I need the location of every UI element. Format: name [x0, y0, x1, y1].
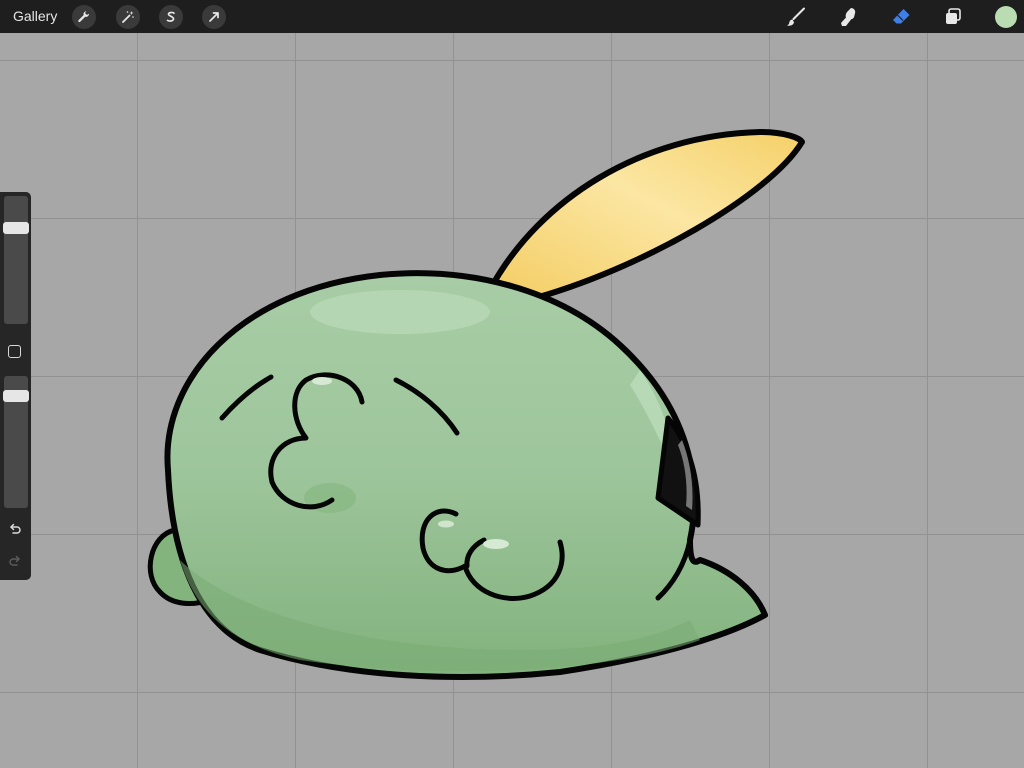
procreate-app: Gallery: [0, 0, 1024, 768]
brush-sidebar: [0, 192, 31, 580]
redo-button[interactable]: [6, 553, 24, 569]
smudge-finger-icon: [837, 6, 859, 28]
brush-tool-button[interactable]: [783, 4, 809, 30]
cheek-shine-right: [483, 539, 509, 549]
brush-size-thumb[interactable]: [3, 222, 29, 234]
gallery-button[interactable]: Gallery: [13, 8, 57, 25]
actions-button[interactable]: [72, 5, 96, 29]
selection-button[interactable]: [159, 5, 183, 29]
cheek-shine-left: [312, 377, 332, 385]
drawing-canvas[interactable]: [0, 33, 1024, 768]
brush-icon: [785, 6, 807, 28]
transform-button[interactable]: [202, 5, 226, 29]
arrow-cursor-icon: [207, 10, 221, 24]
leaf-shape: [489, 129, 805, 303]
adjustments-button[interactable]: [116, 5, 140, 29]
undo-button[interactable]: [6, 521, 24, 537]
redo-arrow-icon: [8, 554, 22, 568]
layers-icon: [942, 6, 964, 28]
magic-wand-icon: [121, 10, 135, 24]
top-highlight: [310, 290, 490, 334]
brush-size-slider[interactable]: [3, 196, 29, 324]
wrench-icon: [77, 10, 91, 24]
modify-button[interactable]: [8, 345, 21, 358]
opacity-thumb[interactable]: [3, 390, 29, 402]
eraser-tool-button[interactable]: [888, 4, 914, 30]
smudge-tool-button[interactable]: [835, 4, 861, 30]
cheek-shine-small: [438, 520, 454, 528]
eraser-icon: [890, 6, 912, 28]
top-toolbar: Gallery: [0, 0, 1024, 33]
canvas-artwork: [0, 33, 1024, 768]
layers-button[interactable]: [940, 4, 966, 30]
undo-arrow-icon: [8, 522, 22, 536]
color-picker-button[interactable]: [995, 6, 1017, 28]
selection-s-icon: [164, 10, 178, 24]
opacity-slider[interactable]: [3, 376, 29, 508]
